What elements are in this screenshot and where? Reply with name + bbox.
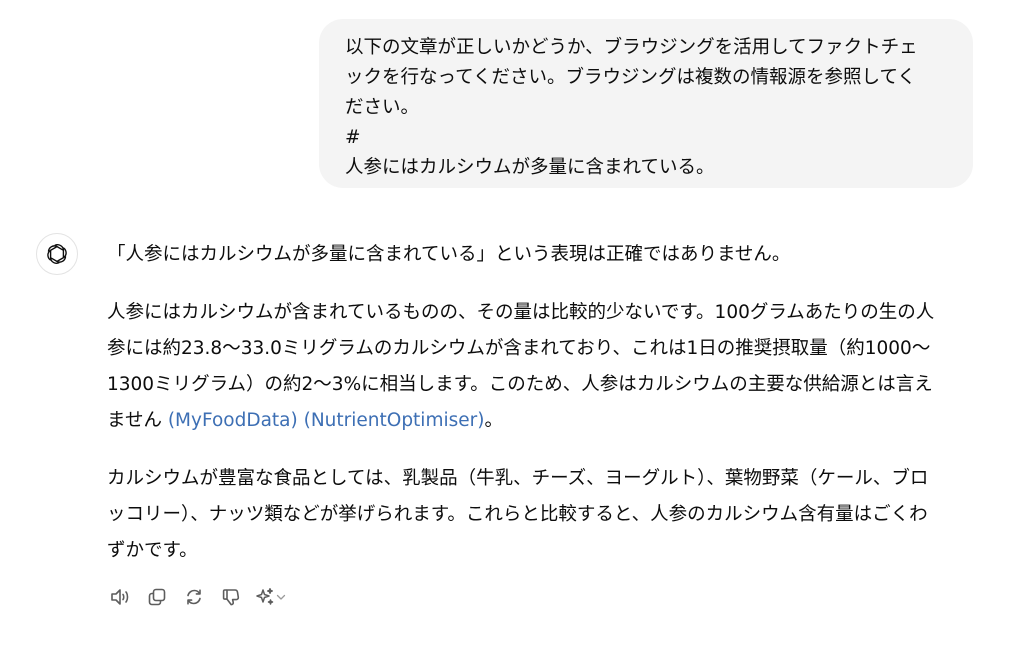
- assistant-text-line: 人参にはカルシウムが含まれているものの、その量は比較的少ないです。100グラムあ…: [107, 302, 935, 323]
- regenerate-button[interactable]: [181, 584, 207, 610]
- thumbs-down-icon: [222, 589, 240, 606]
- regenerate-icon: [187, 589, 201, 605]
- assistant-text-line: 「人参にはカルシウムが多量に含まれている」という表現は正確ではありません。: [107, 244, 791, 265]
- assistant-text-line: ッコリー）、ナッツ類などが挙げられます。これらと比較すると、人参のカルシウム含有…: [107, 504, 928, 525]
- speaker-icon: [111, 589, 129, 605]
- chevron-down-icon: [276, 594, 286, 600]
- sparkle-icon: [256, 588, 274, 605]
- source-link-label: NutrientOptimiser: [310, 410, 478, 431]
- message-actions: [107, 584, 287, 610]
- copy-button[interactable]: [144, 584, 170, 610]
- assistant-paragraph: 人参にはカルシウムが含まれているものの、その量は比較的少ないです。100グラムあ…: [107, 295, 987, 439]
- line-text: 。: [484, 410, 503, 431]
- assistant-message: 「人参にはカルシウムが多量に含まれている」という表現は正確ではありません。 人参…: [107, 237, 987, 569]
- assistant-paragraph: 「人参にはカルシウムが多量に含まれている」という表現は正確ではありません。: [107, 237, 987, 273]
- user-message-line: 人参にはカルシウムが多量に含まれている。: [345, 157, 715, 178]
- switch-model-button[interactable]: [255, 584, 287, 610]
- user-message-line: 以下の文章が正しいかどうか、ブラウジングを活用してファクトチェ: [345, 37, 918, 58]
- user-message-bubble: 以下の文章が正しいかどうか、ブラウジングを活用してファクトチェ ックを行なってく…: [319, 19, 973, 188]
- assistant-text-line: ません (MyFoodData) (NutrientOptimiser)。: [107, 403, 987, 439]
- assistant-text-line: ずかです。: [107, 540, 198, 561]
- assistant-text-line: 参には約23.8〜33.0ミリグラムのカルシウムが含まれており、これは1日の推奨…: [107, 338, 931, 359]
- user-message-line: #: [345, 127, 361, 148]
- read-aloud-button[interactable]: [107, 584, 133, 610]
- assistant-paragraph: カルシウムが豊富な食品としては、乳製品（牛乳、チーズ、ヨーグルト）、葉物野菜（ケ…: [107, 461, 987, 569]
- line-text: ません: [107, 410, 168, 431]
- user-message-line: ださい。: [345, 97, 420, 118]
- copy-icon: [148, 588, 166, 606]
- source-link-label: MyFoodData: [175, 410, 291, 431]
- source-link-myfooddata[interactable]: (MyFoodData): [168, 410, 298, 431]
- chat-page: 以下の文章が正しいかどうか、ブラウジングを活用してファクトチェ ックを行なってく…: [0, 0, 1024, 660]
- user-message-line: ックを行なってください。ブラウジングは複数の情報源を参照してく: [345, 67, 916, 88]
- assistant-text-line: カルシウムが豊富な食品としては、乳製品（牛乳、チーズ、ヨーグルト）、葉物野菜（ケ…: [107, 468, 929, 489]
- assistant-avatar: [36, 233, 78, 275]
- assistant-text-line: 1300ミリグラム）の約2〜3%に相当します。このため、人参はカルシウムの主要な…: [107, 374, 933, 395]
- source-link-nutrientoptimiser[interactable]: (NutrientOptimiser): [304, 410, 485, 431]
- openai-logo-icon: [47, 244, 67, 264]
- bad-response-button[interactable]: [218, 584, 244, 610]
